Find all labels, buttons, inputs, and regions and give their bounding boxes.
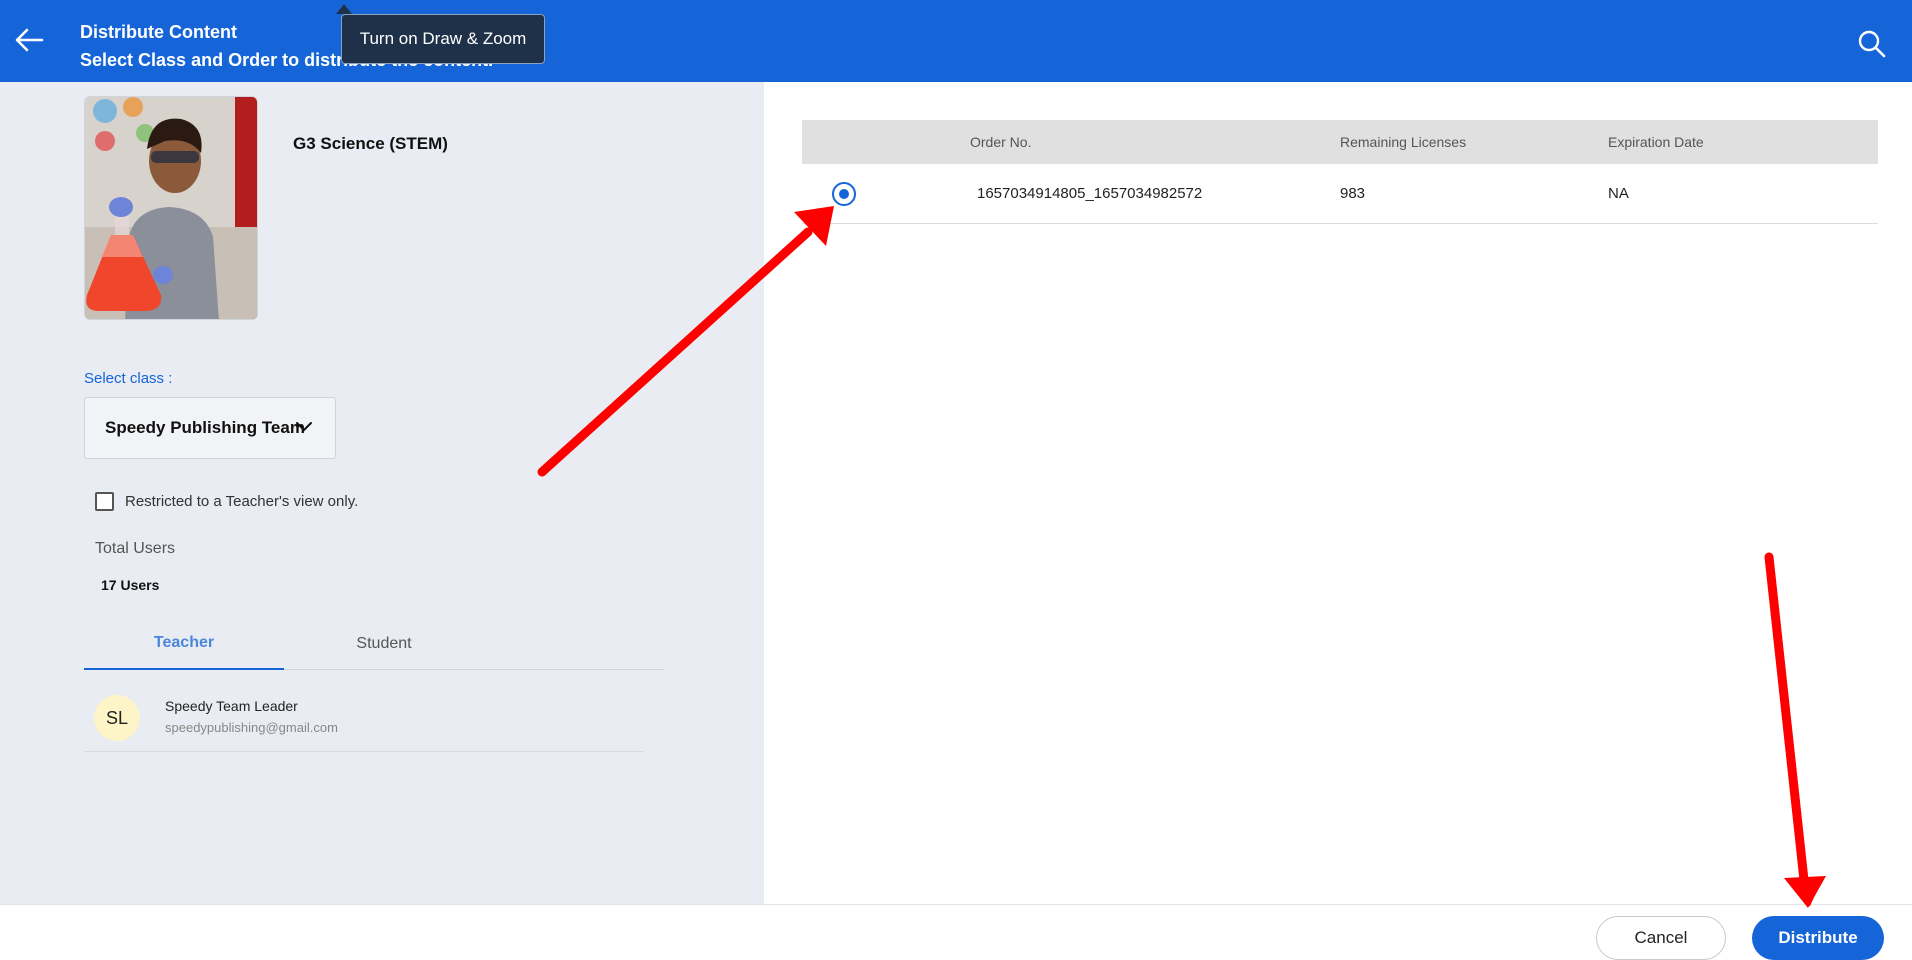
orders-table-header: Order No. Remaining Licenses Expiration …: [802, 120, 1878, 164]
class-dropdown-value: Speedy Publishing Team: [105, 418, 305, 437]
search-icon: [1858, 30, 1886, 58]
arrow-left-icon: [15, 28, 44, 52]
total-users-value: 17 Users: [101, 577, 160, 593]
order-radio-button[interactable]: [832, 182, 856, 206]
back-button[interactable]: [12, 22, 48, 58]
header-bar: Distribute Content Select Class and Orde…: [0, 0, 1912, 82]
distribute-button[interactable]: Distribute: [1752, 916, 1884, 960]
member-name: Speedy Team Leader: [165, 698, 298, 714]
order-number: 1657034914805_1657034982572: [977, 185, 1203, 202]
avatar: SL: [94, 695, 140, 741]
page-title: Distribute Content: [80, 22, 237, 42]
column-order-no: Order No.: [970, 134, 1032, 150]
remaining-licenses: 983: [1340, 185, 1366, 202]
chevron-down-icon: [296, 422, 312, 432]
product-thumbnail: [84, 96, 258, 320]
tab-teacher[interactable]: Teacher: [84, 618, 284, 670]
tooltip-caret: [336, 4, 352, 14]
column-expiration-date: Expiration Date: [1608, 134, 1704, 150]
annotation-arrow-to-distribute: [1764, 552, 1826, 908]
search-button[interactable]: [1854, 26, 1890, 62]
member-email: speedypublishing@gmail.com: [165, 720, 338, 735]
tab-student[interactable]: Student: [284, 618, 484, 670]
column-remaining-licenses: Remaining Licenses: [1340, 134, 1467, 150]
total-users-label: Total Users: [95, 540, 176, 557]
restriction-row: Restricted to a Teacher's view only.: [95, 492, 358, 511]
table-row[interactable]: 1657034914805_1657034982572 983 NA: [802, 164, 1878, 224]
select-class-label: Select class :: [84, 370, 173, 387]
product-title: G3 Science (STEM): [293, 134, 448, 153]
user-tabs: Teacher Student: [84, 618, 664, 670]
class-dropdown[interactable]: Speedy Publishing Team: [84, 397, 336, 459]
cancel-button[interactable]: Cancel: [1596, 916, 1726, 960]
expiration-date: NA: [1608, 185, 1629, 202]
draw-zoom-tooltip: Turn on Draw & Zoom: [341, 14, 545, 64]
list-item: SL Speedy Team Leader speedypublishing@g…: [84, 688, 644, 752]
radio-selected-dot: [839, 189, 849, 199]
restriction-checkbox[interactable]: [95, 492, 114, 511]
student-with-flask-image: [85, 97, 257, 319]
restriction-label: Restricted to a Teacher's view only.: [125, 493, 359, 510]
